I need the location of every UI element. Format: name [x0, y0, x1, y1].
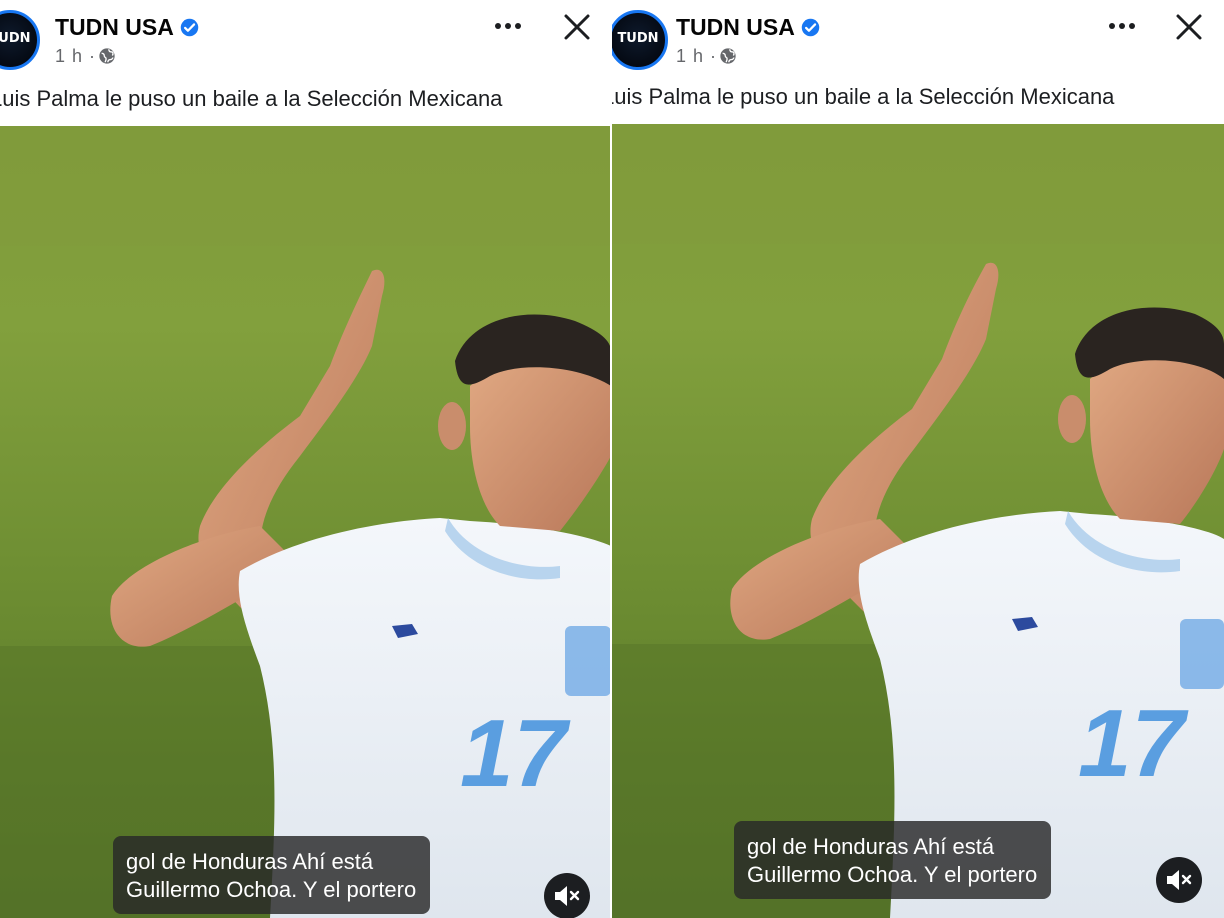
more-options-button[interactable]: [488, 10, 528, 42]
more-options-icon: [1109, 23, 1135, 29]
post-meta: 1 h ·: [55, 46, 116, 67]
video-post-panel-left: TUDN TUDN USA 1 h · Luis Palma le puso u…: [0, 0, 611, 918]
avatar-logo-text: TUDN: [0, 31, 31, 46]
jersey-number: 17: [460, 700, 571, 807]
post-timestamp[interactable]: 1 h: [55, 46, 83, 66]
verified-badge-icon: [180, 18, 199, 37]
close-icon: [564, 14, 590, 40]
unmute-button[interactable]: [544, 873, 590, 918]
post-header: TUDN TUDN USA 1 h · Luis Palma le puso u…: [612, 0, 1224, 128]
post-header: TUDN TUDN USA 1 h · Luis Palma le puso u…: [0, 0, 611, 128]
verified-badge-icon: [801, 18, 820, 37]
close-button[interactable]: [560, 10, 594, 44]
globe-icon: [99, 48, 115, 64]
post-caption: Luis Palma le puso un baile a la Selecci…: [612, 84, 1115, 109]
video-player[interactable]: 17 gol de Honduras Ahí está Guillermo Oc…: [0, 126, 611, 918]
meta-separator: ·: [89, 46, 97, 66]
close-button[interactable]: [1172, 10, 1206, 44]
page-avatar[interactable]: TUDN: [612, 10, 668, 70]
muted-speaker-icon: [555, 886, 580, 906]
unmute-button[interactable]: [1156, 857, 1202, 903]
post-timestamp[interactable]: 1 h: [676, 46, 704, 66]
close-icon: [1176, 14, 1202, 40]
video-post-panel-right: TUDN TUDN USA 1 h · Luis Palma le puso u…: [612, 0, 1224, 918]
page-name: TUDN USA: [676, 14, 795, 40]
globe-icon: [720, 48, 736, 64]
page-name: TUDN USA: [55, 14, 174, 40]
page-name-link[interactable]: TUDN USA: [55, 14, 200, 41]
subtitle-line-1: gol de Honduras Ahí está: [126, 849, 374, 874]
page-name-link[interactable]: TUDN USA: [676, 14, 821, 41]
video-frame-player-celebrating: 17: [612, 124, 1224, 918]
video-subtitle: gol de Honduras Ahí está Guillermo Ochoa…: [734, 821, 1052, 899]
video-frame-player-celebrating: 17: [0, 126, 611, 918]
video-subtitle: gol de Honduras Ahí está Guillermo Ochoa…: [113, 836, 431, 914]
muted-speaker-icon: [1167, 870, 1192, 890]
jersey-number: 17: [1078, 690, 1189, 797]
avatar-logo-text: TUDN: [617, 31, 659, 46]
page-avatar[interactable]: TUDN: [0, 10, 40, 70]
post-meta: 1 h ·: [676, 46, 737, 67]
subtitle-line-2: Guillermo Ochoa. Y el portero: [747, 862, 1038, 887]
more-options-icon: [495, 23, 521, 29]
meta-separator: ·: [710, 46, 718, 66]
subtitle-line-2: Guillermo Ochoa. Y el portero: [126, 877, 417, 902]
post-caption: Luis Palma le puso un baile a la Selecci…: [0, 86, 503, 111]
video-player[interactable]: 17 gol de Honduras Ahí está Guillermo Oc…: [612, 124, 1224, 918]
subtitle-line-1: gol de Honduras Ahí está: [747, 834, 995, 859]
more-options-button[interactable]: [1102, 10, 1142, 42]
